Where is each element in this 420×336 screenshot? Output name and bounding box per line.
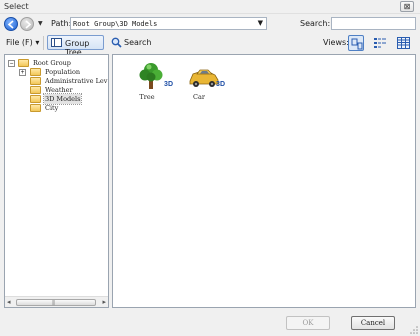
search-button-label: Search	[124, 38, 152, 47]
folder-icon	[30, 68, 41, 76]
group-tree-button[interactable]: Group Tree	[47, 35, 104, 57]
history-dropdown-icon[interactable]: ▼	[38, 20, 43, 27]
cancel-button[interactable]: Cancel	[351, 316, 395, 330]
close-icon[interactable]: ⊠	[400, 1, 414, 12]
toolbar: File (F) ▾ Group Tree Search Views:	[0, 34, 420, 57]
resize-grip-icon[interactable]	[410, 326, 418, 334]
forward-button[interactable]	[20, 17, 34, 31]
file-menu[interactable]: File (F) ▾	[6, 38, 39, 47]
path-label: Path:	[51, 19, 72, 28]
list-view-button[interactable]	[372, 35, 388, 51]
large-icons-icon	[351, 38, 363, 50]
large-icons-view-button[interactable]	[348, 35, 364, 51]
ok-button[interactable]: OK	[286, 316, 330, 330]
folder-icon	[30, 95, 41, 103]
path-value: Root Group\3D Models	[73, 20, 158, 28]
tree-node-label: City	[45, 104, 59, 112]
magnifier-icon	[111, 37, 122, 48]
dialog-footer: OK Cancel	[0, 310, 420, 336]
3d-badge: 3D	[164, 81, 173, 88]
arrow-right-icon	[25, 20, 32, 29]
item-label: Tree	[139, 93, 155, 101]
expand-icon[interactable]: +	[19, 69, 26, 76]
horizontal-scrollbar[interactable]: ◂ ||| ▸	[5, 296, 108, 307]
toolbar-divider	[43, 36, 44, 50]
details-view-button[interactable]	[395, 35, 411, 51]
folder-icon	[30, 86, 41, 94]
window-title: Select	[4, 2, 29, 11]
scroll-left-icon[interactable]: ◂	[7, 298, 11, 306]
folder-icon	[18, 59, 29, 67]
scroll-grip: |||	[52, 300, 55, 306]
tree-panel-icon	[51, 38, 62, 47]
group-tree-pane[interactable]: − Root Group + Population Administrative…	[4, 54, 109, 308]
search-label: Search:	[300, 19, 331, 28]
chevron-down-icon[interactable]: ▼	[258, 19, 263, 27]
details-grid-icon	[397, 37, 410, 49]
folder-icon	[30, 104, 41, 112]
tree-node-city[interactable]: City	[8, 103, 108, 113]
items-pane[interactable]: 3D Tree 3D Car	[112, 54, 416, 308]
arrow-left-icon	[7, 20, 14, 29]
item-car[interactable]: 3D Car	[179, 61, 225, 103]
views-label: Views:	[323, 38, 349, 47]
scroll-right-icon[interactable]: ▸	[102, 298, 106, 306]
search-input[interactable]	[331, 17, 416, 30]
title-bar: Select ⊠	[0, 0, 420, 14]
folder-icon	[30, 77, 41, 85]
back-button[interactable]	[4, 17, 18, 31]
scroll-thumb[interactable]: |||	[16, 299, 96, 306]
collapse-icon[interactable]: −	[8, 60, 15, 67]
path-combobox[interactable]: Root Group\3D Models ▼	[70, 17, 267, 30]
3d-badge: 3D	[216, 81, 225, 88]
path-bar: ▼ Path: Root Group\3D Models ▼ Search:	[0, 14, 420, 34]
item-tree[interactable]: 3D Tree	[127, 61, 173, 103]
item-label: Car	[193, 93, 205, 101]
list-icon	[374, 38, 386, 48]
